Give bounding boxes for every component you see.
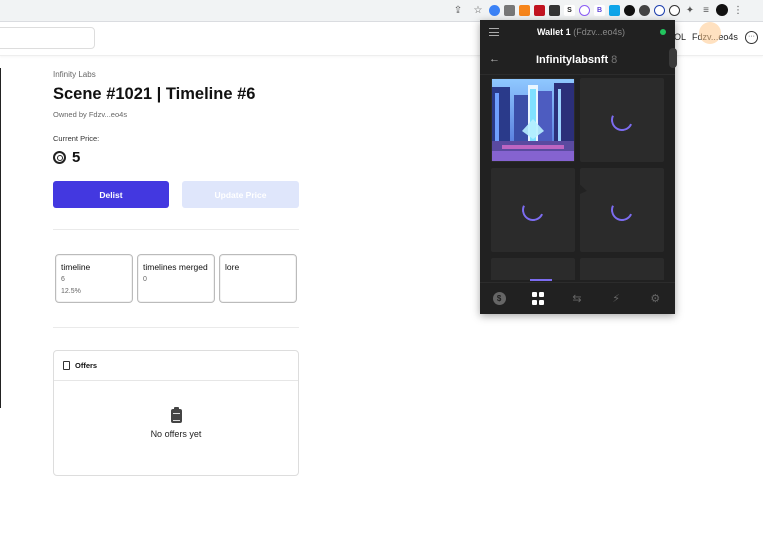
sol-balance: OL	[674, 32, 687, 42]
wallet-selector[interactable]: Wallet 1 (Fdzv...eo4s)	[537, 27, 625, 37]
extension-icon[interactable]	[489, 4, 500, 16]
page-title: Scene #1021 | Timeline #6	[53, 85, 256, 103]
extension-icon[interactable]	[549, 4, 560, 16]
trait-card: timeline 6 12.5%	[55, 254, 133, 303]
wallet-extension-icon[interactable]	[654, 4, 665, 16]
offers-heading: Offers	[75, 361, 98, 370]
collection-title: Infinitylabsnft 8	[536, 54, 617, 66]
divider	[53, 229, 299, 230]
extension-icon[interactable]	[639, 4, 650, 16]
offers-header: Offers	[54, 351, 298, 381]
clipboard-icon	[63, 361, 70, 370]
page-edge-line	[0, 68, 1, 408]
nft-tile[interactable]	[580, 78, 664, 162]
share-icon[interactable]: ⇪	[452, 4, 464, 16]
wallet-bottom-nav: $ ⇆ ⚡ ⚙	[480, 282, 675, 314]
connection-status-dot	[660, 29, 666, 35]
active-tab-indicator	[530, 279, 552, 281]
update-price-button[interactable]: Update Price	[182, 181, 299, 208]
price-row: 5	[53, 149, 80, 166]
extension-icon[interactable]: S	[564, 4, 575, 16]
back-arrow-icon[interactable]: ←	[489, 53, 500, 65]
trait-name: timeline	[61, 262, 91, 272]
metamask-icon[interactable]	[519, 4, 530, 16]
extension-icon[interactable]	[609, 4, 620, 16]
gear-icon[interactable]: ⚙	[648, 292, 662, 306]
search-input[interactable]	[0, 27, 95, 49]
extension-icon[interactable]	[579, 4, 590, 16]
puzzle-icon[interactable]: ✦	[684, 4, 696, 16]
collection-name[interactable]: Infinity Labs	[53, 70, 96, 79]
collection-count: 8	[611, 54, 618, 66]
profile-avatar[interactable]	[716, 4, 728, 16]
trait-value: 6	[61, 276, 65, 283]
trait-value: 0	[143, 276, 147, 283]
loading-spinner-icon	[607, 195, 637, 225]
collection-title-text: Infinitylabsnft	[536, 54, 609, 66]
trait-card: timelines merged 0	[137, 254, 215, 303]
wallet-collection-header: ← Infinitylabsnft 8	[480, 45, 675, 75]
dollar-icon[interactable]: $	[492, 292, 506, 305]
nft-tile[interactable]	[580, 168, 664, 252]
extension-icon[interactable]	[534, 4, 545, 16]
owner-text: Owned by Fdzv...eo4s	[53, 110, 128, 119]
wallet-topbar: Wallet 1 (Fdzv...eo4s)	[480, 20, 675, 45]
loading-spinner-icon	[518, 195, 548, 225]
nft-tile[interactable]	[491, 78, 575, 162]
price-label: Current Price:	[53, 134, 100, 143]
extension-icon[interactable]	[669, 4, 680, 16]
divider	[53, 327, 299, 328]
offers-panel: Offers No offers yet	[53, 350, 299, 476]
clipboard-icon	[170, 407, 182, 423]
wallet-address: (Fdzv...eo4s)	[573, 27, 626, 37]
nft-tile[interactable]	[491, 168, 575, 252]
wallet-popup: Wallet 1 (Fdzv...eo4s) ← Infinitylabsnft…	[480, 20, 677, 314]
scroll-handle[interactable]	[669, 48, 677, 68]
extension-bar: S B ✦ ≡ ⋮	[489, 4, 744, 16]
nft-tile[interactable]	[491, 258, 575, 280]
swap-icon[interactable]: ⇆	[570, 292, 584, 306]
extension-icon[interactable]	[624, 4, 635, 16]
nft-artwork-image	[492, 79, 574, 161]
price-value: 5	[72, 149, 81, 166]
trait-name: timelines merged	[143, 262, 208, 272]
extension-icon[interactable]: B	[594, 4, 605, 16]
extension-icon[interactable]	[504, 4, 515, 16]
lightning-icon[interactable]: ⚡	[609, 292, 623, 306]
no-offers-text: No offers yet	[150, 429, 202, 439]
solana-coin-icon	[53, 151, 66, 164]
delist-button[interactable]: Delist	[53, 181, 169, 208]
hamburger-menu-icon[interactable]	[489, 28, 499, 36]
reading-list-icon[interactable]: ≡	[700, 4, 712, 16]
nft-tile[interactable]	[580, 258, 664, 280]
chrome-menu-icon[interactable]: ⋮	[732, 4, 744, 16]
bookmark-star-icon[interactable]: ☆	[472, 4, 484, 16]
offers-empty-state: No offers yet	[54, 407, 298, 439]
browser-toolbar: ⇪ ☆ S B ✦ ≡ ⋮	[0, 0, 763, 22]
trait-card: lore	[219, 254, 297, 303]
wallet-name: Wallet 1	[537, 27, 571, 37]
grid-icon[interactable]	[531, 292, 545, 306]
more-options-button[interactable]: ···	[745, 31, 758, 44]
trait-name: lore	[225, 262, 240, 272]
loading-spinner-icon	[607, 105, 637, 135]
trait-rarity: 12.5%	[61, 288, 81, 295]
nft-grid	[491, 78, 664, 280]
cursor-highlight	[699, 22, 721, 44]
